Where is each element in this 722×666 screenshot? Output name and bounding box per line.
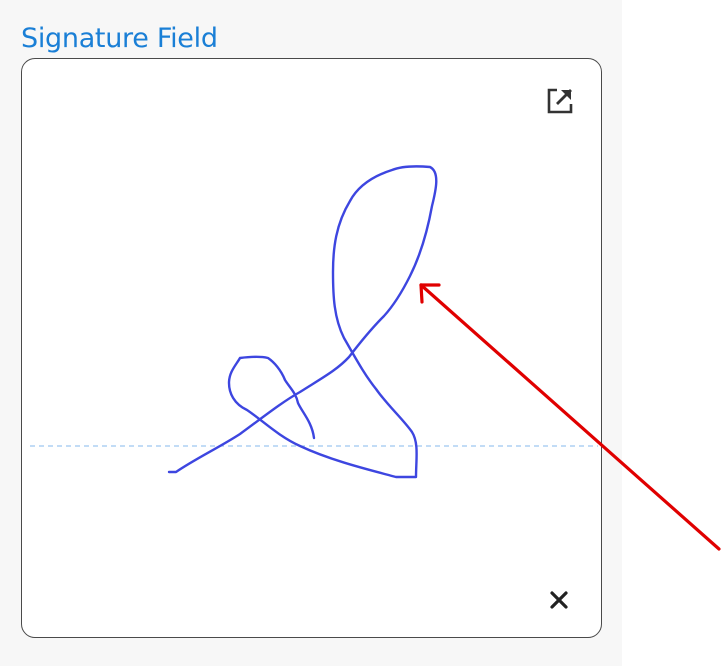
close-icon [550, 591, 568, 609]
clear-button[interactable] [543, 584, 575, 616]
field-label: Signature Field [21, 23, 218, 54]
signature-canvas[interactable] [21, 58, 602, 638]
signature-panel: Signature Field [0, 0, 721, 666]
external-link-icon [547, 88, 573, 114]
expand-button[interactable] [540, 84, 578, 118]
